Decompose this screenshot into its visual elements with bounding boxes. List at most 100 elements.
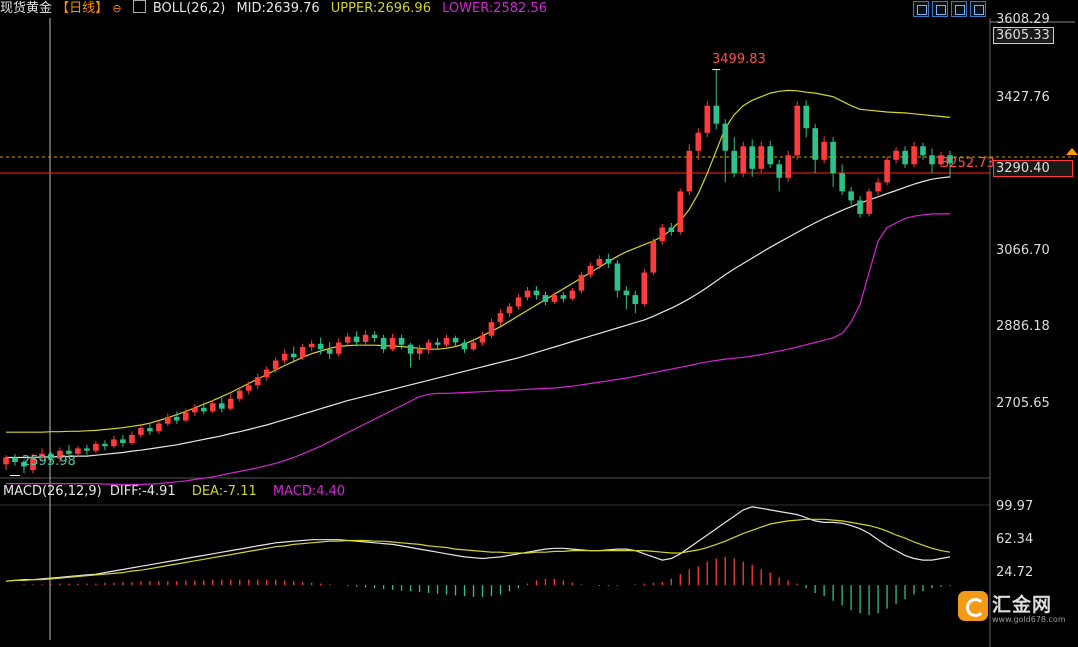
macd-tick: 24.72 [996, 565, 1034, 580]
candle-body [542, 295, 549, 302]
candle-body [344, 336, 351, 343]
candle-body [147, 428, 153, 432]
candle-body [686, 150, 693, 192]
candle-body [677, 191, 684, 232]
price-tick: 2886.18 [996, 319, 1050, 334]
expand-tool-icon[interactable] [970, 1, 986, 17]
candle-body [713, 105, 720, 124]
candle-body [650, 241, 657, 273]
candle-body [389, 337, 396, 350]
candle-body [812, 128, 818, 160]
candle-body [902, 150, 908, 165]
candle-body [335, 342, 342, 354]
candle-body [722, 123, 729, 151]
price-tick: 2705.65 [996, 396, 1050, 411]
boll-mid: MID:2639.76 [236, 1, 320, 16]
crosshair-tool-icon[interactable] [913, 1, 929, 17]
candle-body [201, 407, 207, 412]
window-tool-icon[interactable] [932, 1, 948, 17]
candle-body [317, 343, 324, 350]
price-tick: 3608.29 [996, 12, 1050, 27]
candle-body [641, 272, 648, 305]
candle-body [830, 141, 836, 174]
candle-body [102, 443, 108, 447]
candle-body [515, 297, 522, 307]
candle-body [461, 342, 468, 350]
candle-body [740, 146, 746, 174]
candle-body [290, 353, 297, 358]
candle-body [84, 448, 90, 451]
candle-body [380, 337, 387, 350]
boll-upper-line [6, 89, 951, 433]
chart-svg [0, 18, 1078, 647]
candle-body [219, 403, 225, 409]
candle-body [138, 428, 144, 435]
candle-body [884, 159, 890, 183]
candle-body [434, 342, 441, 345]
boll-mid-line [6, 176, 951, 459]
candle-body [452, 337, 459, 343]
candle-body [578, 274, 585, 291]
macd-dea-line [5, 518, 951, 582]
boll-upper: UPPER:2696.96 [330, 1, 431, 16]
candle-body [929, 155, 935, 165]
candle-body [479, 335, 486, 343]
candle-body [695, 132, 702, 151]
candle-body [371, 334, 378, 338]
candle-body [569, 290, 576, 299]
candle-body [362, 334, 369, 342]
macd-tick: 62.34 [996, 532, 1034, 547]
macd-dea: DEA:-7.11 [191, 484, 257, 499]
candle-body [308, 343, 315, 347]
candle-body [920, 146, 926, 156]
brand-icon [958, 591, 988, 621]
macd-diff: DIFF:-4.91 [109, 484, 176, 499]
candle-body [785, 155, 791, 178]
settings-icon[interactable]: ⊖ [112, 2, 121, 15]
macd-label: MACD(26,12,9) [3, 484, 102, 499]
candle-body [192, 407, 198, 413]
candle-body [758, 146, 764, 169]
candle-body [848, 191, 854, 201]
instrument-name: 现货黄金 [0, 1, 53, 16]
price-tick: 3066.70 [996, 243, 1050, 258]
candle-body [12, 457, 18, 462]
candle-body [614, 263, 621, 291]
boll-lower-line [6, 213, 950, 486]
candle-body [210, 403, 216, 412]
candle-body [596, 259, 603, 266]
candle-body [668, 227, 675, 232]
candle-body [425, 342, 432, 350]
candle-body [587, 265, 594, 275]
candle-body [416, 349, 423, 354]
boll-icon [132, 0, 146, 13]
candle-body [129, 434, 135, 443]
candle-body [767, 146, 773, 165]
low-price-label: 2595.98 [22, 454, 76, 469]
candle-body [749, 146, 755, 169]
candle-body [839, 173, 845, 192]
candle-body [263, 369, 270, 378]
candle-body [623, 290, 630, 296]
last-price-label: 3252.73 [941, 156, 995, 171]
candle-body [326, 349, 333, 354]
candle-body [605, 259, 612, 264]
candle-body [776, 164, 782, 178]
candle-body [560, 295, 567, 299]
candle-body [299, 347, 306, 358]
macd-diff-line [5, 506, 951, 582]
candle-body [875, 182, 881, 192]
candle-body [75, 448, 81, 454]
candle-body [165, 416, 171, 424]
candle-body [524, 290, 531, 298]
candle-body [174, 416, 180, 421]
candle-body [120, 439, 126, 443]
candle-body [470, 342, 477, 350]
candle-body [407, 344, 414, 354]
candle-body [866, 191, 872, 214]
candle-body [893, 150, 899, 160]
candle-body [659, 227, 666, 241]
macd-tick: 99.97 [996, 499, 1034, 514]
drawing-tool-icon[interactable] [951, 1, 967, 17]
candle-body [281, 353, 288, 361]
